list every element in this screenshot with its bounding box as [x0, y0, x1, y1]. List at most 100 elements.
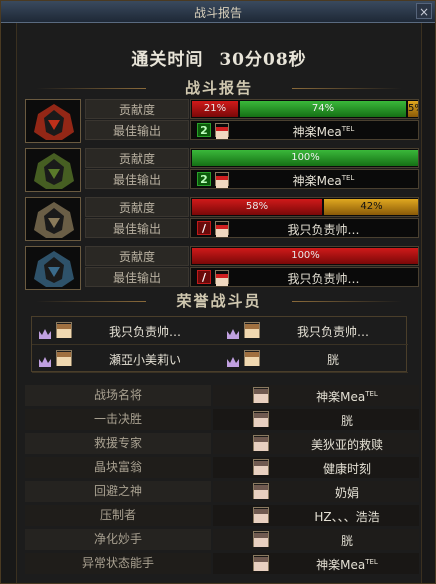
best-output-name-text: 神楽Mea — [292, 174, 342, 188]
award-row: 异常状态能手 神楽MeaTEL — [25, 553, 419, 575]
contribution-segment: 5% — [408, 101, 418, 117]
contribution-bar: 58% 42% — [190, 197, 419, 217]
award-winner-name-text: 神楽Mea — [316, 558, 366, 572]
contribution-bar: 100% — [190, 148, 419, 168]
award-winner[interactable]: HZ、、、浩浩 — [213, 505, 419, 526]
section-battle-report: 战斗报告 — [16, 77, 422, 99]
award-winner[interactable]: 美狄亚的救赎 — [213, 433, 419, 454]
title-bar[interactable]: 战斗报告 × — [1, 1, 435, 23]
award-winner-name: 胱 — [275, 412, 419, 429]
contribution-label: 贡献度 — [85, 246, 189, 266]
honor-member[interactable]: 胱 — [220, 345, 408, 373]
award-row: 一击决胜 胱 — [25, 409, 419, 431]
award-winner-name-text: 胱 — [340, 414, 353, 428]
character-face-icon — [253, 411, 269, 427]
character-face-icon — [253, 387, 269, 403]
award-title: 战场名将 — [25, 385, 211, 406]
clear-time: 通关时间 30分08秒 — [16, 45, 422, 70]
best-output-name-tag: TEL — [341, 174, 355, 182]
award-title: 一击决胜 — [25, 409, 211, 430]
award-title: 回避之神 — [25, 481, 211, 502]
honor-member-name: 胱 — [326, 353, 339, 367]
award-row: 回避之神 奶娟 — [25, 481, 419, 503]
clear-time-value: 30分08秒 — [219, 50, 307, 70]
best-output-label: 最佳输出 — [85, 120, 189, 140]
award-row: 净化妙手 胱 — [25, 529, 419, 551]
best-output-name-text: 神楽Mea — [292, 125, 342, 139]
award-winner-name-text: 美狄亚的救赎 — [310, 438, 383, 452]
award-winner-name-text: 胱 — [340, 534, 353, 548]
honor-member[interactable]: 瀬亞小美莉い — [32, 345, 220, 373]
award-title: 压制者 — [25, 505, 211, 526]
crown-icon — [38, 325, 52, 339]
award-winner[interactable]: 胱 — [213, 409, 419, 430]
player-portrait-icon — [25, 197, 81, 241]
best-output-player[interactable]: 2 神楽MeaTEL — [190, 169, 419, 189]
award-winner-name-text: 健康时刻 — [322, 462, 371, 476]
close-icon[interactable]: × — [416, 3, 432, 19]
best-output-name-text: 我只负责帅… — [287, 223, 360, 237]
contribution-segment: 21% — [192, 101, 238, 117]
character-face-icon — [56, 350, 72, 366]
award-winner-tag: TEL — [365, 558, 378, 566]
rank-badge-icon: 2 — [197, 123, 211, 137]
award-winner[interactable]: 神楽MeaTEL — [213, 385, 419, 406]
award-row: 晶块富翁 健康时刻 — [25, 457, 419, 479]
best-output-player[interactable]: 2 神楽MeaTEL — [190, 120, 419, 140]
best-output-player[interactable]: / 我只负责帅… — [190, 267, 419, 287]
award-winner-name-text: HZ、、、浩浩 — [314, 510, 380, 524]
contribution-segment: 42% — [324, 199, 418, 215]
award-winner[interactable]: 健康时刻 — [213, 457, 419, 478]
award-winner-name: 神楽MeaTEL — [275, 556, 419, 573]
award-title: 救援专家 — [25, 433, 211, 454]
player-report-3: 贡献度 58% 42% 最佳输出 / 我只负责帅… — [25, 197, 419, 241]
window-title: 战斗报告 — [193, 6, 242, 20]
best-output-name: 我只负责帅… — [235, 270, 412, 287]
battle-report-window: 战斗报告 × 通关时间 30分08秒 战斗报告 贡献度 21%74%5% 最佳输出… — [0, 0, 436, 584]
player-report-4: 贡献度 100% 最佳输出 / 我只负责帅… — [25, 246, 419, 290]
contribution-label: 贡献度 — [85, 197, 189, 217]
award-winner[interactable]: 胱 — [213, 529, 419, 550]
player-portrait-icon — [25, 148, 81, 192]
contribution-segment: 100% — [192, 150, 418, 166]
honor-member[interactable]: 我只负责帅… — [32, 317, 220, 345]
player-report-1: 贡献度 21%74%5% 最佳输出 2 神楽MeaTEL — [25, 99, 419, 143]
award-winner-name-text: 神楽Mea — [316, 390, 366, 404]
character-face-icon — [253, 459, 269, 475]
contribution-segment: 58% — [192, 199, 322, 215]
contribution-segment: 100% — [192, 248, 418, 264]
character-face-icon — [215, 123, 229, 139]
award-row: 战场名将 神楽MeaTEL — [25, 385, 419, 407]
character-face-icon — [215, 221, 229, 237]
best-output-player[interactable]: / 我只负责帅… — [190, 218, 419, 238]
award-winner-name: 美狄亚的救赎 — [275, 436, 419, 453]
character-face-icon — [56, 322, 72, 338]
best-output-label: 最佳输出 — [85, 267, 189, 287]
award-winner[interactable]: 神楽MeaTEL — [213, 553, 419, 574]
award-winner[interactable]: 奶娟 — [213, 481, 419, 502]
award-winner-name: 神楽MeaTEL — [275, 388, 419, 405]
rank-badge-icon: / — [197, 221, 211, 235]
honor-grid: 我只负责帅… 我只负责帅… 瀬亞小美莉い 胱 — [31, 316, 408, 373]
player-portrait-icon — [25, 246, 81, 290]
award-winner-name: 胱 — [275, 532, 419, 549]
crown-icon — [226, 353, 240, 367]
character-face-icon — [215, 270, 229, 286]
honor-member[interactable]: 我只负责帅… — [220, 317, 408, 345]
award-row: 压制者 HZ、、、浩浩 — [25, 505, 419, 527]
best-output-label: 最佳输出 — [85, 218, 189, 238]
contribution-bar: 21%74%5% — [190, 99, 419, 119]
award-title: 净化妙手 — [25, 529, 211, 550]
contribution-segment: 74% — [240, 101, 406, 117]
award-winner-name: HZ、、、浩浩 — [275, 508, 419, 525]
crown-icon — [38, 353, 52, 367]
character-face-icon — [253, 483, 269, 499]
clear-time-label: 通关时间 — [131, 50, 204, 70]
best-output-name-tag: TEL — [341, 125, 355, 133]
character-face-icon — [253, 531, 269, 547]
player-portrait-icon — [25, 99, 81, 143]
character-face-icon — [253, 555, 269, 571]
award-winner-tag: TEL — [365, 390, 378, 398]
character-face-icon — [253, 435, 269, 451]
best-output-name: 我只负责帅… — [235, 221, 412, 238]
